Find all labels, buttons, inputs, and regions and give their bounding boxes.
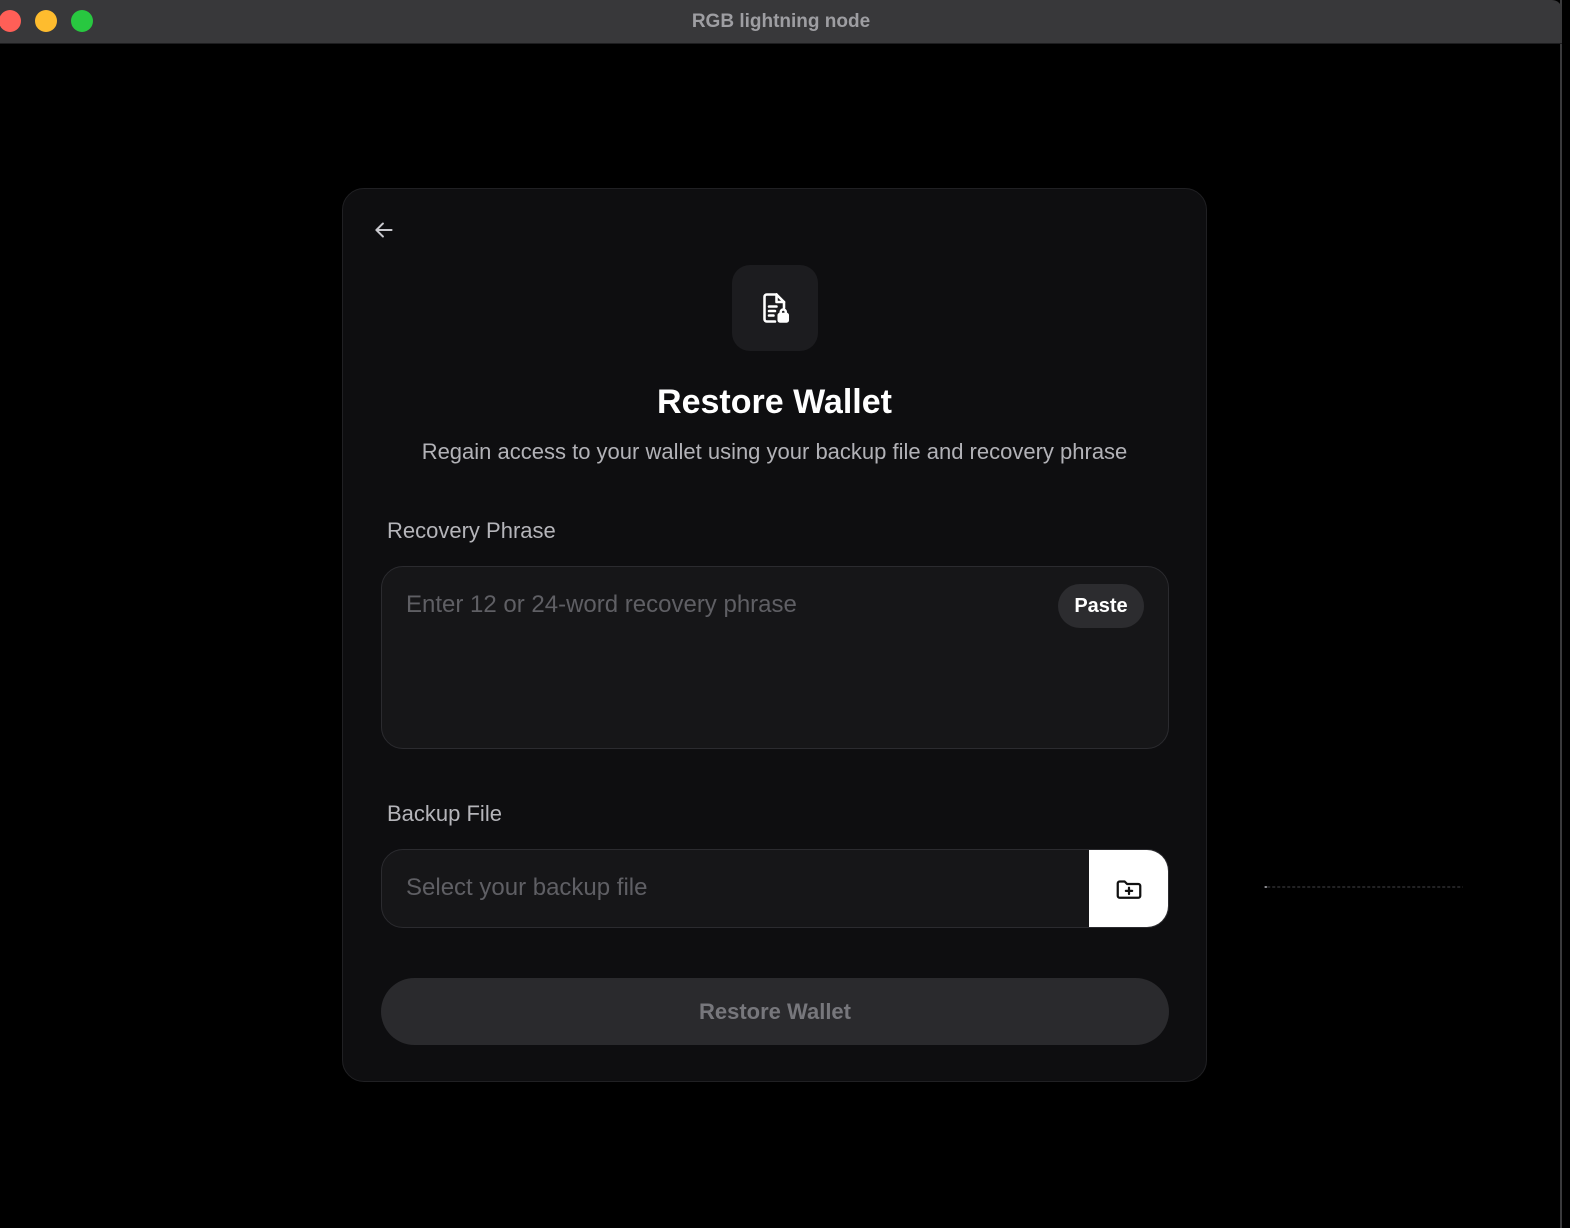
recovery-phrase-container: Paste	[381, 566, 1169, 749]
title-bar[interactable]: RGB lightning node	[0, 0, 1562, 44]
dashed-connector-line	[1264, 886, 1463, 888]
recovery-phrase-input[interactable]	[382, 567, 1168, 748]
folder-plus-icon	[1116, 879, 1142, 899]
backup-file-field[interactable]: Select your backup file	[381, 849, 1169, 928]
backup-file-placeholder: Select your backup file	[406, 874, 648, 901]
restore-wallet-button[interactable]: Restore Wallet	[381, 978, 1169, 1045]
page-subtitle: Regain access to your wallet using your …	[421, 439, 1128, 464]
arrow-left-icon	[375, 222, 393, 238]
backup-file-label: Backup File	[387, 801, 502, 826]
paste-button[interactable]: Paste	[1058, 584, 1144, 628]
back-button[interactable]	[369, 215, 399, 245]
browse-file-button[interactable]	[1089, 850, 1168, 927]
hero-icon-container	[732, 265, 818, 351]
window-title: RGB lightning node	[691, 11, 871, 32]
restore-wallet-card: Restore Wallet Regain access to your wal…	[342, 188, 1207, 1082]
file-lock-icon	[763, 293, 790, 323]
app-window: RGB lightning node Restore Wallet Regain…	[0, 0, 1562, 1228]
recovery-phrase-label: Recovery Phrase	[387, 518, 556, 543]
page-title: Restore Wallet	[657, 383, 892, 421]
